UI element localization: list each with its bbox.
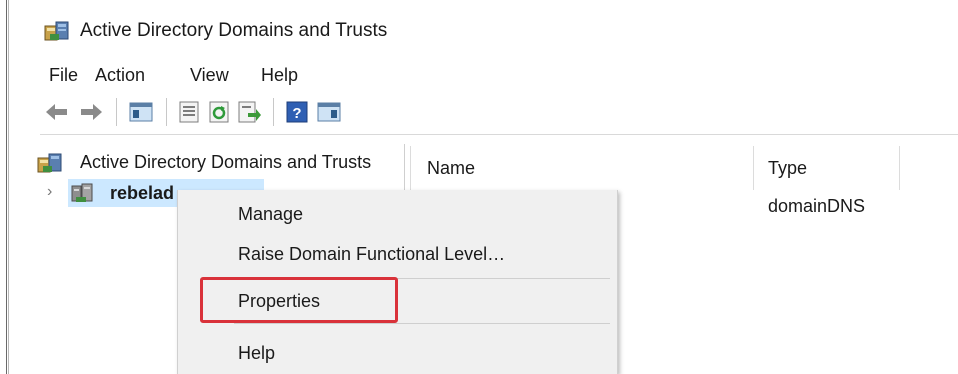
export-list-icon[interactable] (236, 99, 262, 125)
toolbar-divider (40, 134, 958, 135)
tree-item-label: rebelad (110, 183, 175, 203)
forward-icon[interactable] (78, 99, 104, 125)
show-hide-action-pane-icon[interactable] (316, 99, 342, 125)
menu-file[interactable]: File (49, 62, 78, 88)
properties-icon[interactable] (176, 99, 202, 125)
menu-view[interactable]: View (190, 62, 229, 88)
properties-highlight-box (200, 277, 398, 323)
context-menu-item-raise-domain-functional-level[interactable]: Raise Domain Functional Level… (238, 241, 505, 267)
menu-help[interactable]: Help (261, 62, 298, 88)
ad-domains-trusts-root-icon (37, 152, 63, 174)
list-row-type-cell[interactable]: domainDNS (768, 193, 865, 219)
context-menu-separator (234, 323, 610, 324)
context-menu-item-help[interactable]: Help (238, 340, 275, 366)
menu-action[interactable]: Action (95, 62, 145, 88)
window-left-edge (6, 0, 7, 374)
tree-root-label[interactable]: Active Directory Domains and Trusts (80, 149, 371, 175)
window-title: Active Directory Domains and Trusts (80, 20, 388, 41)
column-header-name[interactable]: Name (410, 146, 754, 190)
toolbar-separator (166, 98, 167, 126)
tree-expander-chevron-icon[interactable]: › (47, 180, 52, 204)
back-icon[interactable] (44, 99, 70, 125)
show-hide-console-tree-icon[interactable] (128, 99, 154, 125)
ad-domains-trusts-app-icon (44, 20, 70, 42)
context-menu-item-manage[interactable]: Manage (238, 201, 303, 227)
help-icon[interactable]: ? (284, 99, 310, 125)
toolbar-separator (116, 98, 117, 126)
column-header-type[interactable]: Type (754, 146, 900, 190)
refresh-icon[interactable] (206, 99, 232, 125)
domain-icon (70, 182, 94, 204)
toolbar-separator (273, 98, 274, 126)
svg-text:?: ? (292, 105, 301, 122)
window-left-edge-inner (8, 0, 9, 374)
